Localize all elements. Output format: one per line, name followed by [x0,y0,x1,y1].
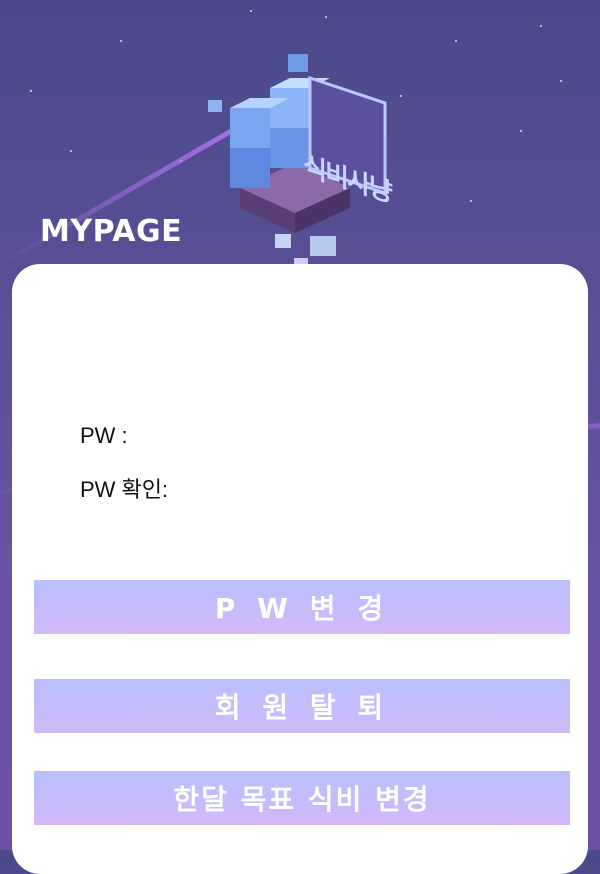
cube-logo-icon: 식비사냥 [200,48,400,268]
pw-label: PW : [80,423,128,448]
pw-confirm-input[interactable] [174,476,479,504]
pw-confirm-field-row: PW 확인: [80,472,479,504]
page-title: MYPAGE [40,214,183,249]
change-goal-button[interactable]: 한달 목표 식비 변경 [34,771,570,825]
pw-field-row: PW : [80,422,438,450]
change-pw-button[interactable]: P W 변 경 [34,580,570,634]
pw-input[interactable] [133,422,438,450]
pw-confirm-label: PW 확인: [80,477,169,502]
withdraw-button[interactable]: 회 원 탈 퇴 [34,679,570,733]
